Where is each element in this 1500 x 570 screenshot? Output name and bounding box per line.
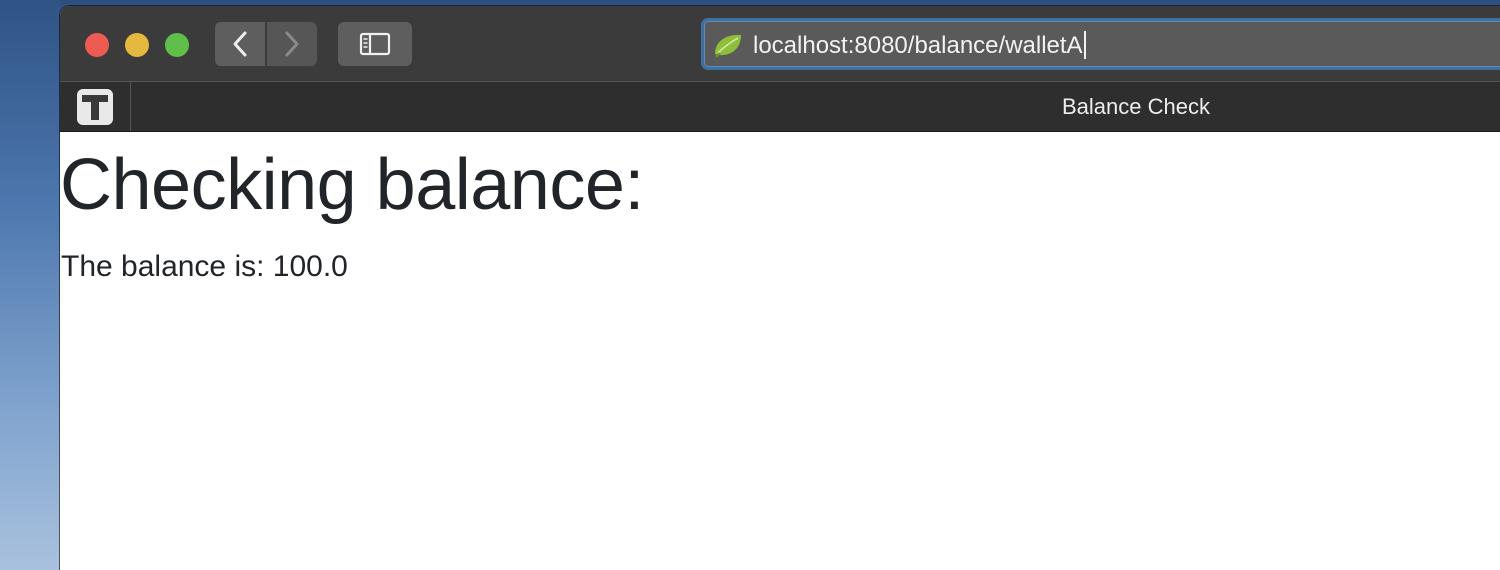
address-bar[interactable]: localhost:8080/balance/walletA	[701, 18, 1500, 70]
sidebar-toggle-button[interactable]	[338, 22, 412, 66]
pinned-tab[interactable]	[60, 82, 131, 131]
back-button[interactable]	[215, 22, 265, 66]
maximize-window-button[interactable]	[165, 33, 189, 57]
tab-bar: Balance Check	[60, 82, 1500, 132]
desktop-background	[0, 0, 60, 570]
close-window-button[interactable]	[85, 33, 109, 57]
balance-text: The balance is: 100.0	[61, 250, 348, 283]
t-app-icon	[77, 88, 113, 125]
url-text[interactable]: localhost:8080/balance/walletA	[753, 31, 1086, 61]
navigation-buttons	[215, 22, 317, 66]
sidebar-icon	[359, 32, 391, 56]
minimize-window-button[interactable]	[125, 33, 149, 57]
url-value: localhost:8080/balance/walletA	[753, 32, 1083, 59]
page-title: Checking balance:	[60, 145, 644, 225]
forward-button[interactable]	[267, 22, 317, 66]
browser-toolbar: localhost:8080/balance/walletA	[60, 6, 1500, 82]
spring-leaf-icon	[715, 34, 741, 58]
page-content: Checking balance: The balance is: 100.0	[60, 132, 1500, 570]
chevron-right-icon	[285, 31, 299, 57]
browser-window: localhost:8080/balance/walletA Balance C…	[60, 6, 1500, 570]
text-cursor	[1083, 31, 1086, 59]
tab-title[interactable]: Balance Check	[1062, 94, 1210, 120]
chevron-left-icon	[233, 31, 247, 57]
